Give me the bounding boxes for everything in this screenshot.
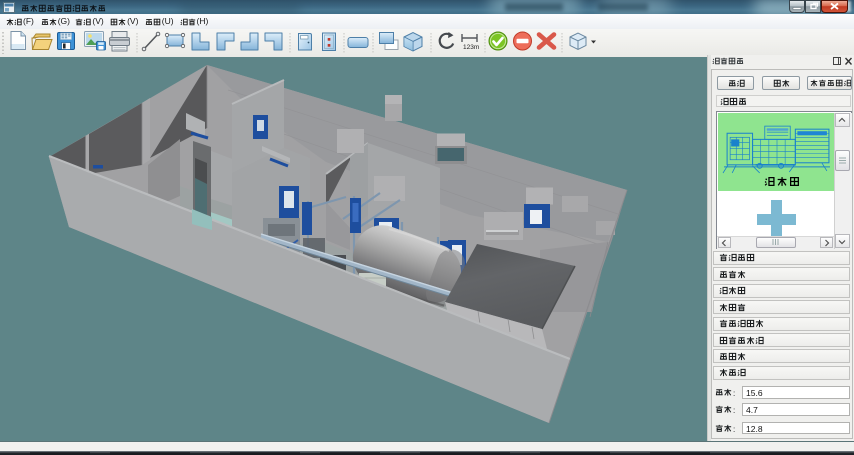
svg-text:■: ■ xyxy=(327,43,330,49)
svg-text:123m: 123m xyxy=(463,44,479,51)
